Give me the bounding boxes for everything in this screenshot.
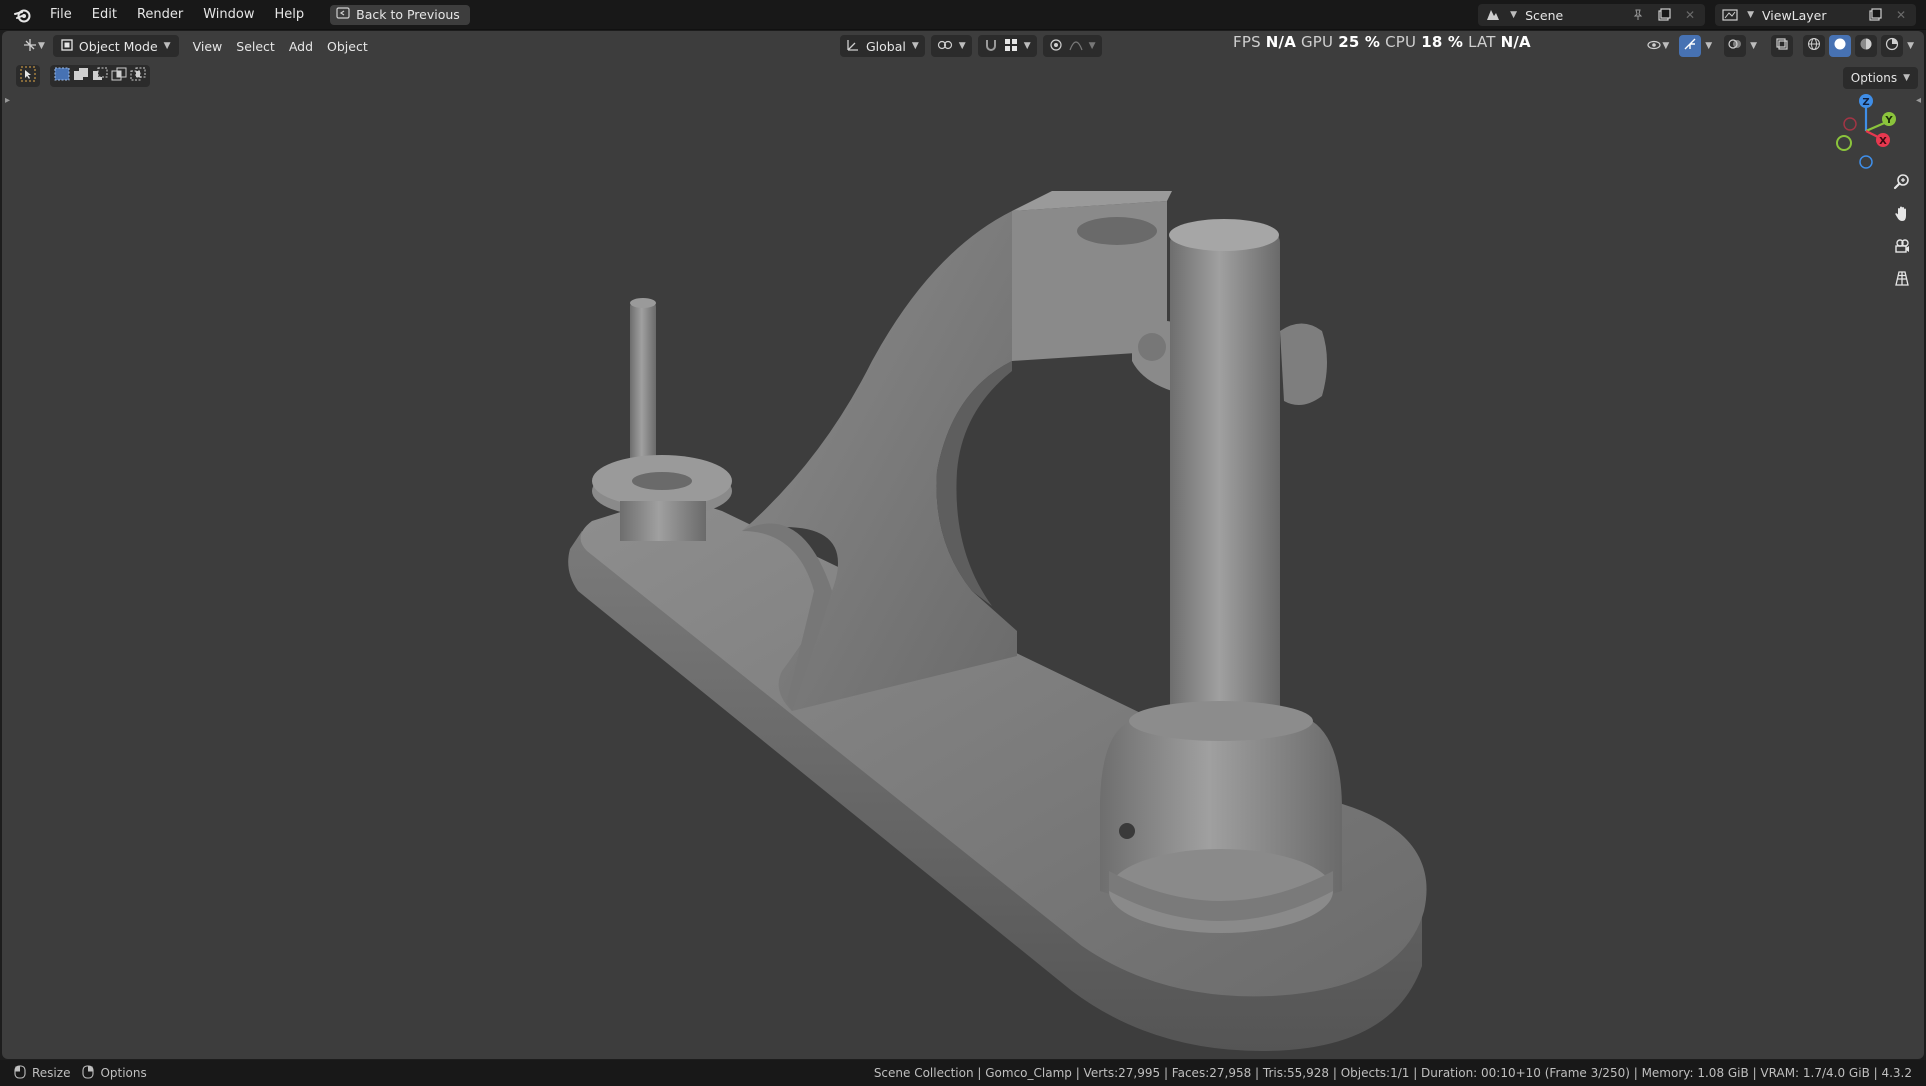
menu-edit[interactable]: Edit — [82, 0, 127, 30]
3d-viewport[interactable]: ▼ Object Mode ▼ View Select Add Object G… — [2, 31, 1924, 1059]
menu-render[interactable]: Render — [127, 0, 193, 30]
view-layer-icon — [1721, 6, 1739, 24]
back-to-previous-label: Back to Previous — [356, 7, 460, 22]
chevron-down-icon: ▼ — [1510, 10, 1518, 20]
mouse-left-icon — [14, 1064, 26, 1082]
blender-logo-icon[interactable] — [12, 4, 34, 26]
scene-selector[interactable]: ▼ Scene ✕ — [1478, 4, 1706, 26]
pin-icon[interactable] — [1629, 6, 1647, 24]
status-resize-label: Resize — [32, 1066, 71, 1080]
mouse-right-icon — [82, 1064, 95, 1082]
menu-file[interactable]: File — [40, 0, 82, 30]
new-view-layer-icon[interactable] — [1866, 6, 1884, 24]
close-icon[interactable]: ✕ — [1892, 6, 1910, 24]
menu-window[interactable]: Window — [193, 0, 264, 30]
close-icon[interactable]: ✕ — [1681, 6, 1699, 24]
clamp-3d-model[interactable] — [2, 31, 1924, 1059]
scene-name-field[interactable]: Scene — [1525, 8, 1621, 23]
back-to-previous-button[interactable]: Back to Previous — [330, 4, 470, 25]
scene-statistics: Scene Collection | Gomco_Clamp | Verts:2… — [873, 1066, 1912, 1080]
view-layer-name-field[interactable]: ViewLayer — [1762, 8, 1858, 23]
new-scene-icon[interactable] — [1655, 6, 1673, 24]
top-menubar: File Edit Render Window Help Back to Pre… — [0, 0, 1926, 30]
status-bar: Resize Options Scene Collection | Gomco_… — [0, 1060, 1926, 1086]
back-icon — [336, 7, 350, 22]
status-options-label: Options — [100, 1066, 147, 1080]
view-layer-selector[interactable]: ▼ ViewLayer ✕ — [1715, 4, 1916, 26]
scene-icon — [1484, 6, 1502, 24]
menu-help[interactable]: Help — [265, 0, 315, 30]
chevron-down-icon: ▼ — [1747, 10, 1754, 20]
